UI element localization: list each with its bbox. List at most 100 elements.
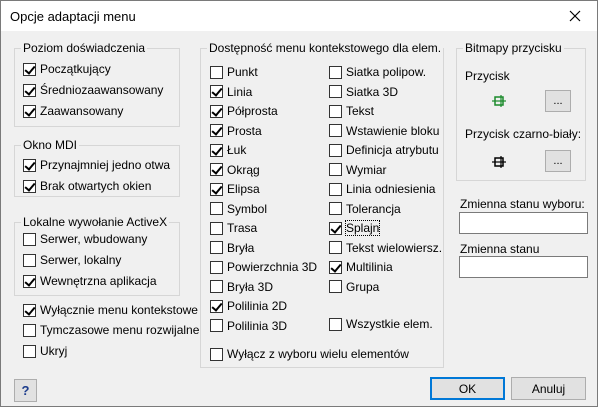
checkbox-col2-item[interactable]: Multilinia (329, 259, 393, 275)
checkbox-label: Wszystkie elem. (346, 317, 433, 331)
context-legend: Dostępność menu kontekstowego dla elem. (207, 41, 444, 55)
checkbox-box (23, 62, 36, 76)
checkbox-box (329, 182, 342, 196)
checkbox-label: Łuk (227, 143, 247, 157)
checkbox-label: Serwer, wbudowany (40, 232, 148, 246)
checkbox-box (210, 143, 223, 157)
checkbox-col1-item[interactable]: Prosta (210, 123, 262, 139)
checkbox-col1-item[interactable]: Linia (210, 84, 252, 100)
checkbox-col2-item[interactable]: Splajn (329, 220, 381, 236)
checkbox-col1-item[interactable]: Symbol (210, 201, 267, 217)
checkbox-box (329, 65, 342, 79)
bitmaps-legend: Bitmapy przycisku (463, 41, 564, 55)
checkbox-col2-item[interactable]: Grupa (329, 279, 379, 295)
checkbox-box (329, 143, 342, 157)
checkbox-serwer-lokalny[interactable]: Serwer, lokalny (23, 252, 121, 268)
checkbox-label: Wewnętrzna aplikacja (40, 274, 157, 288)
checkbox-col1-item[interactable]: Okrąg (210, 162, 260, 178)
checkbox-label: Linia odniesienia (346, 182, 436, 196)
checkbox-label: Powierzchnia 3D (227, 260, 318, 274)
checkbox-serwer-wbudowany[interactable]: Serwer, wbudowany (23, 231, 147, 247)
checkbox-box (329, 241, 342, 254)
checkbox-col1-item[interactable]: Polilinia 3D (210, 318, 287, 334)
checkbox-label: Brak otwartych okien (40, 179, 152, 193)
bw-bitmap-icon (492, 156, 506, 168)
checkbox-ukryj[interactable]: Ukryj (23, 343, 67, 359)
checkbox-tymczasowe-menu[interactable]: Tymczasowe menu rozwijalne (23, 322, 199, 338)
help-button[interactable]: ? (14, 379, 37, 402)
checkbox-col1-item[interactable]: Powierzchnia 3D (210, 259, 317, 275)
checkbox-box (23, 274, 36, 288)
checkbox-label: Siatka polipow. (346, 65, 427, 79)
checkbox-box (329, 163, 342, 176)
checkbox-wewnetrzna-aplikacja[interactable]: Wewnętrzna aplikacja (23, 273, 157, 289)
checkbox-col1-item[interactable]: Łuk (210, 142, 246, 158)
checkbox-col2-item[interactable]: Siatka 3D (329, 84, 398, 100)
checkbox-col2-item[interactable]: Wstawienie bloku (329, 123, 439, 139)
checkbox-col2-item[interactable]: Wymiar (329, 162, 387, 178)
checkbox-label: Grupa (346, 279, 380, 294)
checkbox-box (210, 65, 223, 79)
checkbox-col2-item[interactable]: Siatka polipow. (329, 64, 426, 80)
checkbox-col2-item[interactable]: Linia odniesienia (329, 181, 435, 197)
checkbox-label: Linia (227, 84, 253, 99)
checkbox-label: Wymiar (346, 162, 387, 177)
checkbox-zaawansowany[interactable]: Zaawansowany (23, 103, 123, 119)
checkbox-col2-item[interactable]: Tekst (329, 103, 374, 119)
checkbox-col1-item[interactable]: Bryła (210, 240, 254, 256)
checkbox-przynajmniej-jedno[interactable]: Przynajmniej jedno otwa (23, 157, 170, 173)
close-button[interactable] (552, 1, 597, 31)
checkbox-col1-item[interactable]: Punkt (210, 64, 258, 80)
checkbox-box (23, 323, 36, 337)
checkbox-col1-item[interactable]: Elipsa (210, 181, 260, 197)
checkbox-label: Splajn (344, 220, 381, 236)
checkbox-col1-item[interactable]: Bryła 3D (210, 279, 273, 295)
ok-button[interactable]: OK (430, 377, 505, 400)
selection-var-input[interactable] (459, 212, 588, 234)
checkbox-label: Wstawienie bloku (346, 123, 440, 138)
checkbox-wylacznie-menu[interactable]: Wyłącznie menu kontekstowe (23, 302, 198, 318)
browse-bw-bitmap-button[interactable]: ... (545, 150, 571, 172)
checkbox-col1-item[interactable]: Polilinia 2D (210, 298, 287, 314)
checkbox-label: Półprosta (227, 104, 278, 118)
checkbox-box (23, 253, 36, 267)
browse-color-bitmap-button[interactable]: ... (545, 90, 571, 112)
checkbox-box (210, 104, 223, 118)
checkbox-sredniozaawansowany[interactable]: Średniozaawansowany (23, 82, 163, 98)
checkbox-box (329, 280, 342, 293)
checkbox-col2-item[interactable]: Definicja atrybutu (329, 142, 439, 158)
title-bar: Opcje adaptacji menu (1, 1, 597, 31)
checkbox-label: Zaawansowany (40, 104, 124, 118)
checkbox-label: Tymczasowe menu rozwijalne (40, 323, 200, 337)
checkbox-label: Symbol (227, 201, 268, 216)
checkbox-col2-item[interactable]: Tekst wielowiersz. (329, 240, 442, 256)
checkbox-label: Punkt (227, 65, 258, 79)
checkbox-label: Średniozaawansowany (40, 83, 164, 97)
checkbox-box (210, 124, 223, 137)
checkbox-col1-item[interactable]: Półprosta (210, 103, 278, 119)
checkbox-box (210, 299, 223, 313)
checkbox-label: Przynajmniej jedno otwa (40, 158, 171, 172)
checkbox-label: Tekst wielowiersz. (346, 240, 443, 255)
checkbox-label: Okrąg (227, 162, 260, 177)
state-var-input[interactable] (459, 256, 588, 278)
checkbox-box (329, 104, 342, 118)
checkbox-label: Bryła 3D (227, 279, 274, 294)
checkbox-box (210, 163, 223, 176)
checkbox-box (23, 158, 36, 172)
checkbox-wylacz-z-wyboru[interactable]: Wyłącz z wyboru wielu elementów (210, 346, 409, 362)
checkbox-col2-item[interactable]: Tolerancja (329, 201, 401, 217)
checkbox-box (23, 344, 36, 358)
checkbox-label: Tolerancja (346, 201, 401, 216)
checkbox-label: Elipsa (227, 182, 260, 196)
checkbox-box (329, 221, 342, 235)
checkbox-box (329, 85, 342, 98)
checkbox-wszystkie-elem[interactable]: Wszystkie elem. (329, 316, 433, 332)
checkbox-col1-item[interactable]: Trasa (210, 220, 257, 236)
checkbox-brak-otwartych[interactable]: Brak otwartych okien (23, 178, 151, 194)
checkbox-poczatkujacy[interactable]: Początkujący (23, 61, 111, 77)
color-bitmap-icon (492, 95, 506, 107)
close-icon (569, 10, 580, 22)
cancel-button[interactable]: Anuluj (511, 377, 586, 400)
checkbox-box (210, 260, 223, 274)
